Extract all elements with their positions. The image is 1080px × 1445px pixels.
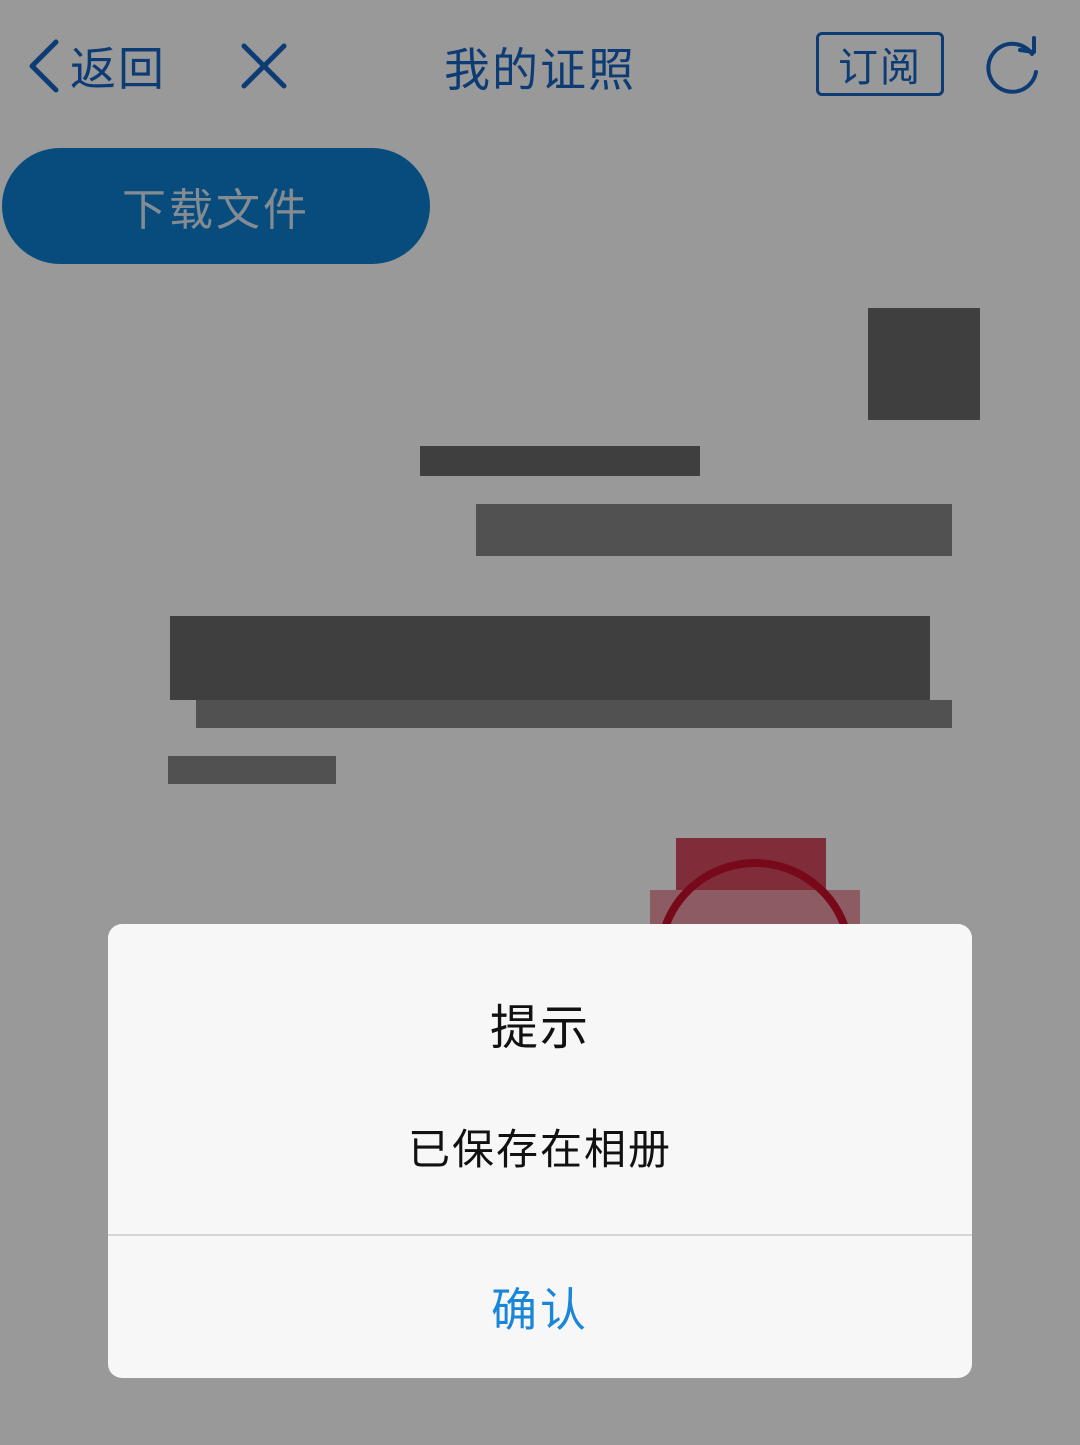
confirm-button[interactable]: 确认 [108,1236,972,1378]
app-screen: 返回 我的证照 订阅 下载文件 提示 已保存在相册 确认 [0,0,1080,1445]
dialog-title: 提示 [489,1000,590,1056]
dialog-message: 已保存在相册 [407,1125,672,1174]
alert-dialog: 提示 已保存在相册 确认 [108,924,972,1378]
